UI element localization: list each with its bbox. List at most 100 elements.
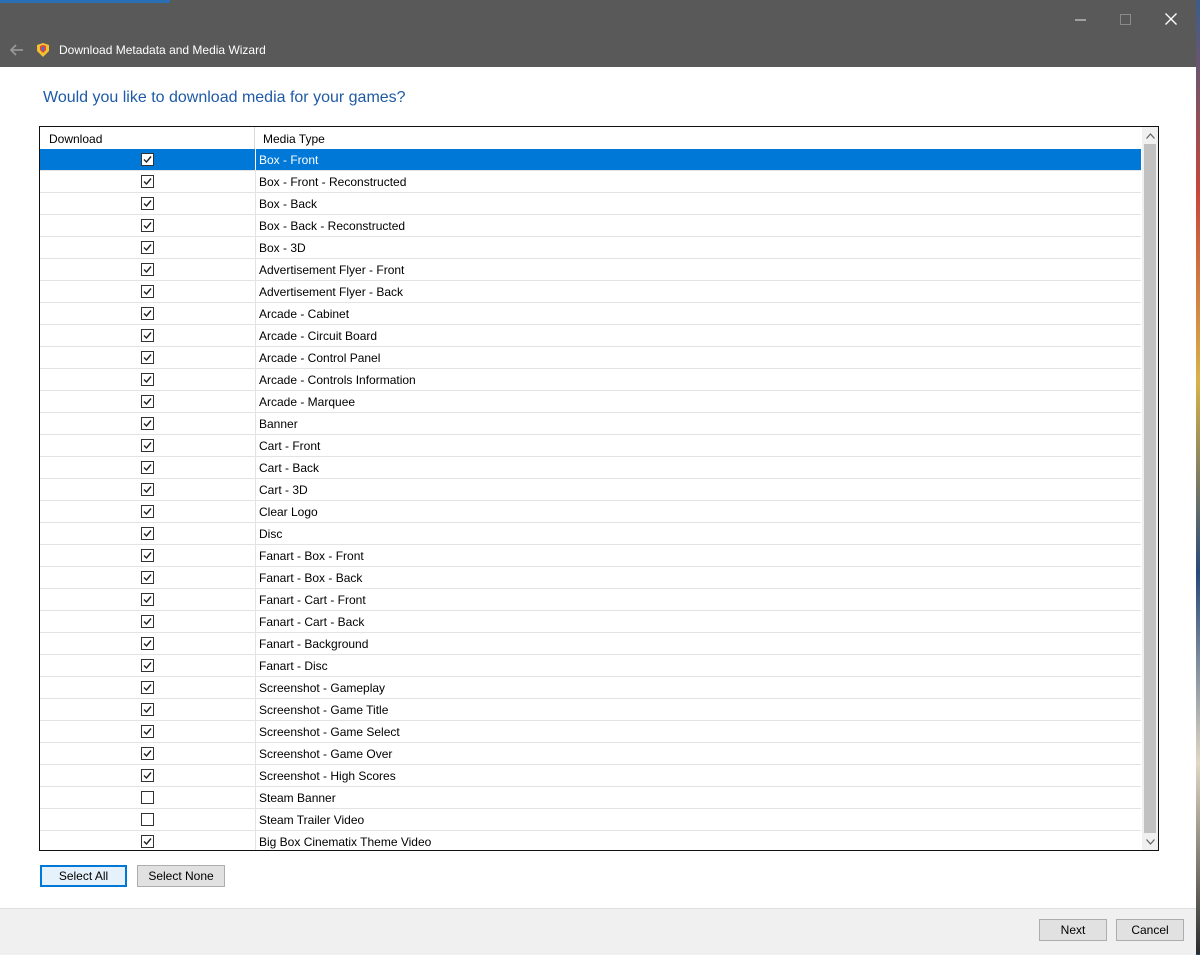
table-row[interactable]: Cart - Back — [40, 457, 1141, 479]
scroll-down-button[interactable] — [1142, 833, 1158, 850]
table-row[interactable]: Steam Banner — [40, 787, 1141, 809]
download-checkbox[interactable] — [141, 527, 154, 540]
download-checkbox[interactable] — [141, 483, 154, 496]
download-checkbox[interactable] — [141, 329, 154, 342]
download-checkbox[interactable] — [141, 439, 154, 452]
table-row[interactable]: Fanart - Box - Front — [40, 545, 1141, 567]
download-cell — [40, 281, 256, 302]
download-checkbox[interactable] — [141, 505, 154, 518]
download-checkbox[interactable] — [141, 153, 154, 166]
table-row[interactable]: Box - Front - Reconstructed — [40, 171, 1141, 193]
download-cell — [40, 215, 256, 236]
table-row[interactable]: Arcade - Controls Information — [40, 369, 1141, 391]
download-checkbox[interactable] — [141, 263, 154, 276]
download-checkbox[interactable] — [141, 197, 154, 210]
table-row[interactable]: Advertisement Flyer - Back — [40, 281, 1141, 303]
table-row[interactable]: Box - Back - Reconstructed — [40, 215, 1141, 237]
download-cell — [40, 831, 256, 850]
checkmark-icon — [143, 222, 152, 230]
download-cell — [40, 809, 256, 830]
table-row[interactable]: Advertisement Flyer - Front — [40, 259, 1141, 281]
table-row[interactable]: Arcade - Marquee — [40, 391, 1141, 413]
maximize-button[interactable] — [1102, 0, 1148, 38]
checkmark-icon — [143, 288, 152, 296]
table-row[interactable]: Arcade - Circuit Board — [40, 325, 1141, 347]
column-header-download[interactable]: Download — [40, 127, 255, 149]
table-row[interactable]: Screenshot - High Scores — [40, 765, 1141, 787]
back-arrow-icon[interactable] — [8, 42, 26, 58]
download-checkbox[interactable] — [141, 219, 154, 232]
download-checkbox[interactable] — [141, 593, 154, 606]
download-checkbox[interactable] — [141, 659, 154, 672]
media-type-cell: Screenshot - Gameplay — [259, 681, 386, 695]
table-row[interactable]: Fanart - Background — [40, 633, 1141, 655]
table-row[interactable]: Screenshot - Game Over — [40, 743, 1141, 765]
scroll-thumb[interactable] — [1144, 144, 1156, 833]
download-checkbox[interactable] — [141, 285, 154, 298]
download-checkbox[interactable] — [141, 571, 154, 584]
table-row[interactable]: Cart - 3D — [40, 479, 1141, 501]
table-row[interactable]: Screenshot - Gameplay — [40, 677, 1141, 699]
download-checkbox[interactable] — [141, 747, 154, 760]
checkmark-icon — [143, 530, 152, 538]
download-checkbox[interactable] — [141, 835, 154, 848]
download-checkbox[interactable] — [141, 681, 154, 694]
table-row[interactable]: Arcade - Control Panel — [40, 347, 1141, 369]
download-checkbox[interactable] — [141, 637, 154, 650]
table-row[interactable]: Fanart - Box - Back — [40, 567, 1141, 589]
table-row[interactable]: Big Box Cinematix Theme Video — [40, 831, 1141, 850]
download-checkbox[interactable] — [141, 417, 154, 430]
media-type-cell: Fanart - Background — [259, 637, 369, 651]
table-row[interactable]: Fanart - Disc — [40, 655, 1141, 677]
download-checkbox[interactable] — [141, 615, 154, 628]
vertical-scrollbar[interactable] — [1142, 127, 1158, 850]
download-checkbox[interactable] — [141, 703, 154, 716]
table-row[interactable]: Steam Trailer Video — [40, 809, 1141, 831]
media-type-cell: Arcade - Cabinet — [259, 307, 350, 321]
table-row[interactable]: Fanart - Cart - Front — [40, 589, 1141, 611]
minimize-button[interactable] — [1057, 0, 1103, 38]
desktop-background — [1196, 0, 1200, 954]
maximize-icon — [1119, 13, 1131, 25]
table-row[interactable]: Screenshot - Game Title — [40, 699, 1141, 721]
download-checkbox[interactable] — [141, 241, 154, 254]
download-checkbox[interactable] — [141, 791, 154, 804]
table-row[interactable]: Box - 3D — [40, 237, 1141, 259]
next-button[interactable]: Next — [1039, 919, 1107, 941]
table-row[interactable]: Banner — [40, 413, 1141, 435]
select-all-button[interactable]: Select All — [40, 865, 127, 887]
table-row[interactable]: Clear Logo — [40, 501, 1141, 523]
table-row[interactable]: Box - Back — [40, 193, 1141, 215]
checkmark-icon — [143, 332, 152, 340]
download-checkbox[interactable] — [141, 549, 154, 562]
close-icon — [1165, 13, 1177, 25]
table-row[interactable]: Box - Front — [40, 149, 1141, 171]
table-row[interactable]: Arcade - Cabinet — [40, 303, 1141, 325]
checkmark-icon — [143, 508, 152, 516]
scroll-up-button[interactable] — [1142, 127, 1158, 144]
download-cell — [40, 787, 256, 808]
checkmark-icon — [143, 706, 152, 714]
column-header-media-type[interactable]: Media Type — [256, 127, 325, 149]
table-row[interactable]: Cart - Front — [40, 435, 1141, 457]
download-cell — [40, 193, 256, 214]
download-checkbox[interactable] — [141, 461, 154, 474]
media-type-cell: Screenshot - Game Over — [259, 747, 393, 761]
table-row[interactable]: Fanart - Cart - Back — [40, 611, 1141, 633]
media-type-cell: Arcade - Controls Information — [259, 373, 416, 387]
download-checkbox[interactable] — [141, 175, 154, 188]
table-row[interactable]: Disc — [40, 523, 1141, 545]
download-checkbox[interactable] — [141, 307, 154, 320]
download-checkbox[interactable] — [141, 813, 154, 826]
download-checkbox[interactable] — [141, 769, 154, 782]
download-checkbox[interactable] — [141, 725, 154, 738]
cancel-button[interactable]: Cancel — [1116, 919, 1184, 941]
select-none-button[interactable]: Select None — [137, 865, 225, 887]
download-checkbox[interactable] — [141, 373, 154, 386]
table-row[interactable]: Screenshot - Game Select — [40, 721, 1141, 743]
download-checkbox[interactable] — [141, 395, 154, 408]
close-button[interactable] — [1148, 0, 1194, 38]
media-type-grid[interactable]: Download Media Type Box - Front Box - Fro… — [39, 126, 1159, 851]
download-cell — [40, 589, 256, 610]
download-checkbox[interactable] — [141, 351, 154, 364]
